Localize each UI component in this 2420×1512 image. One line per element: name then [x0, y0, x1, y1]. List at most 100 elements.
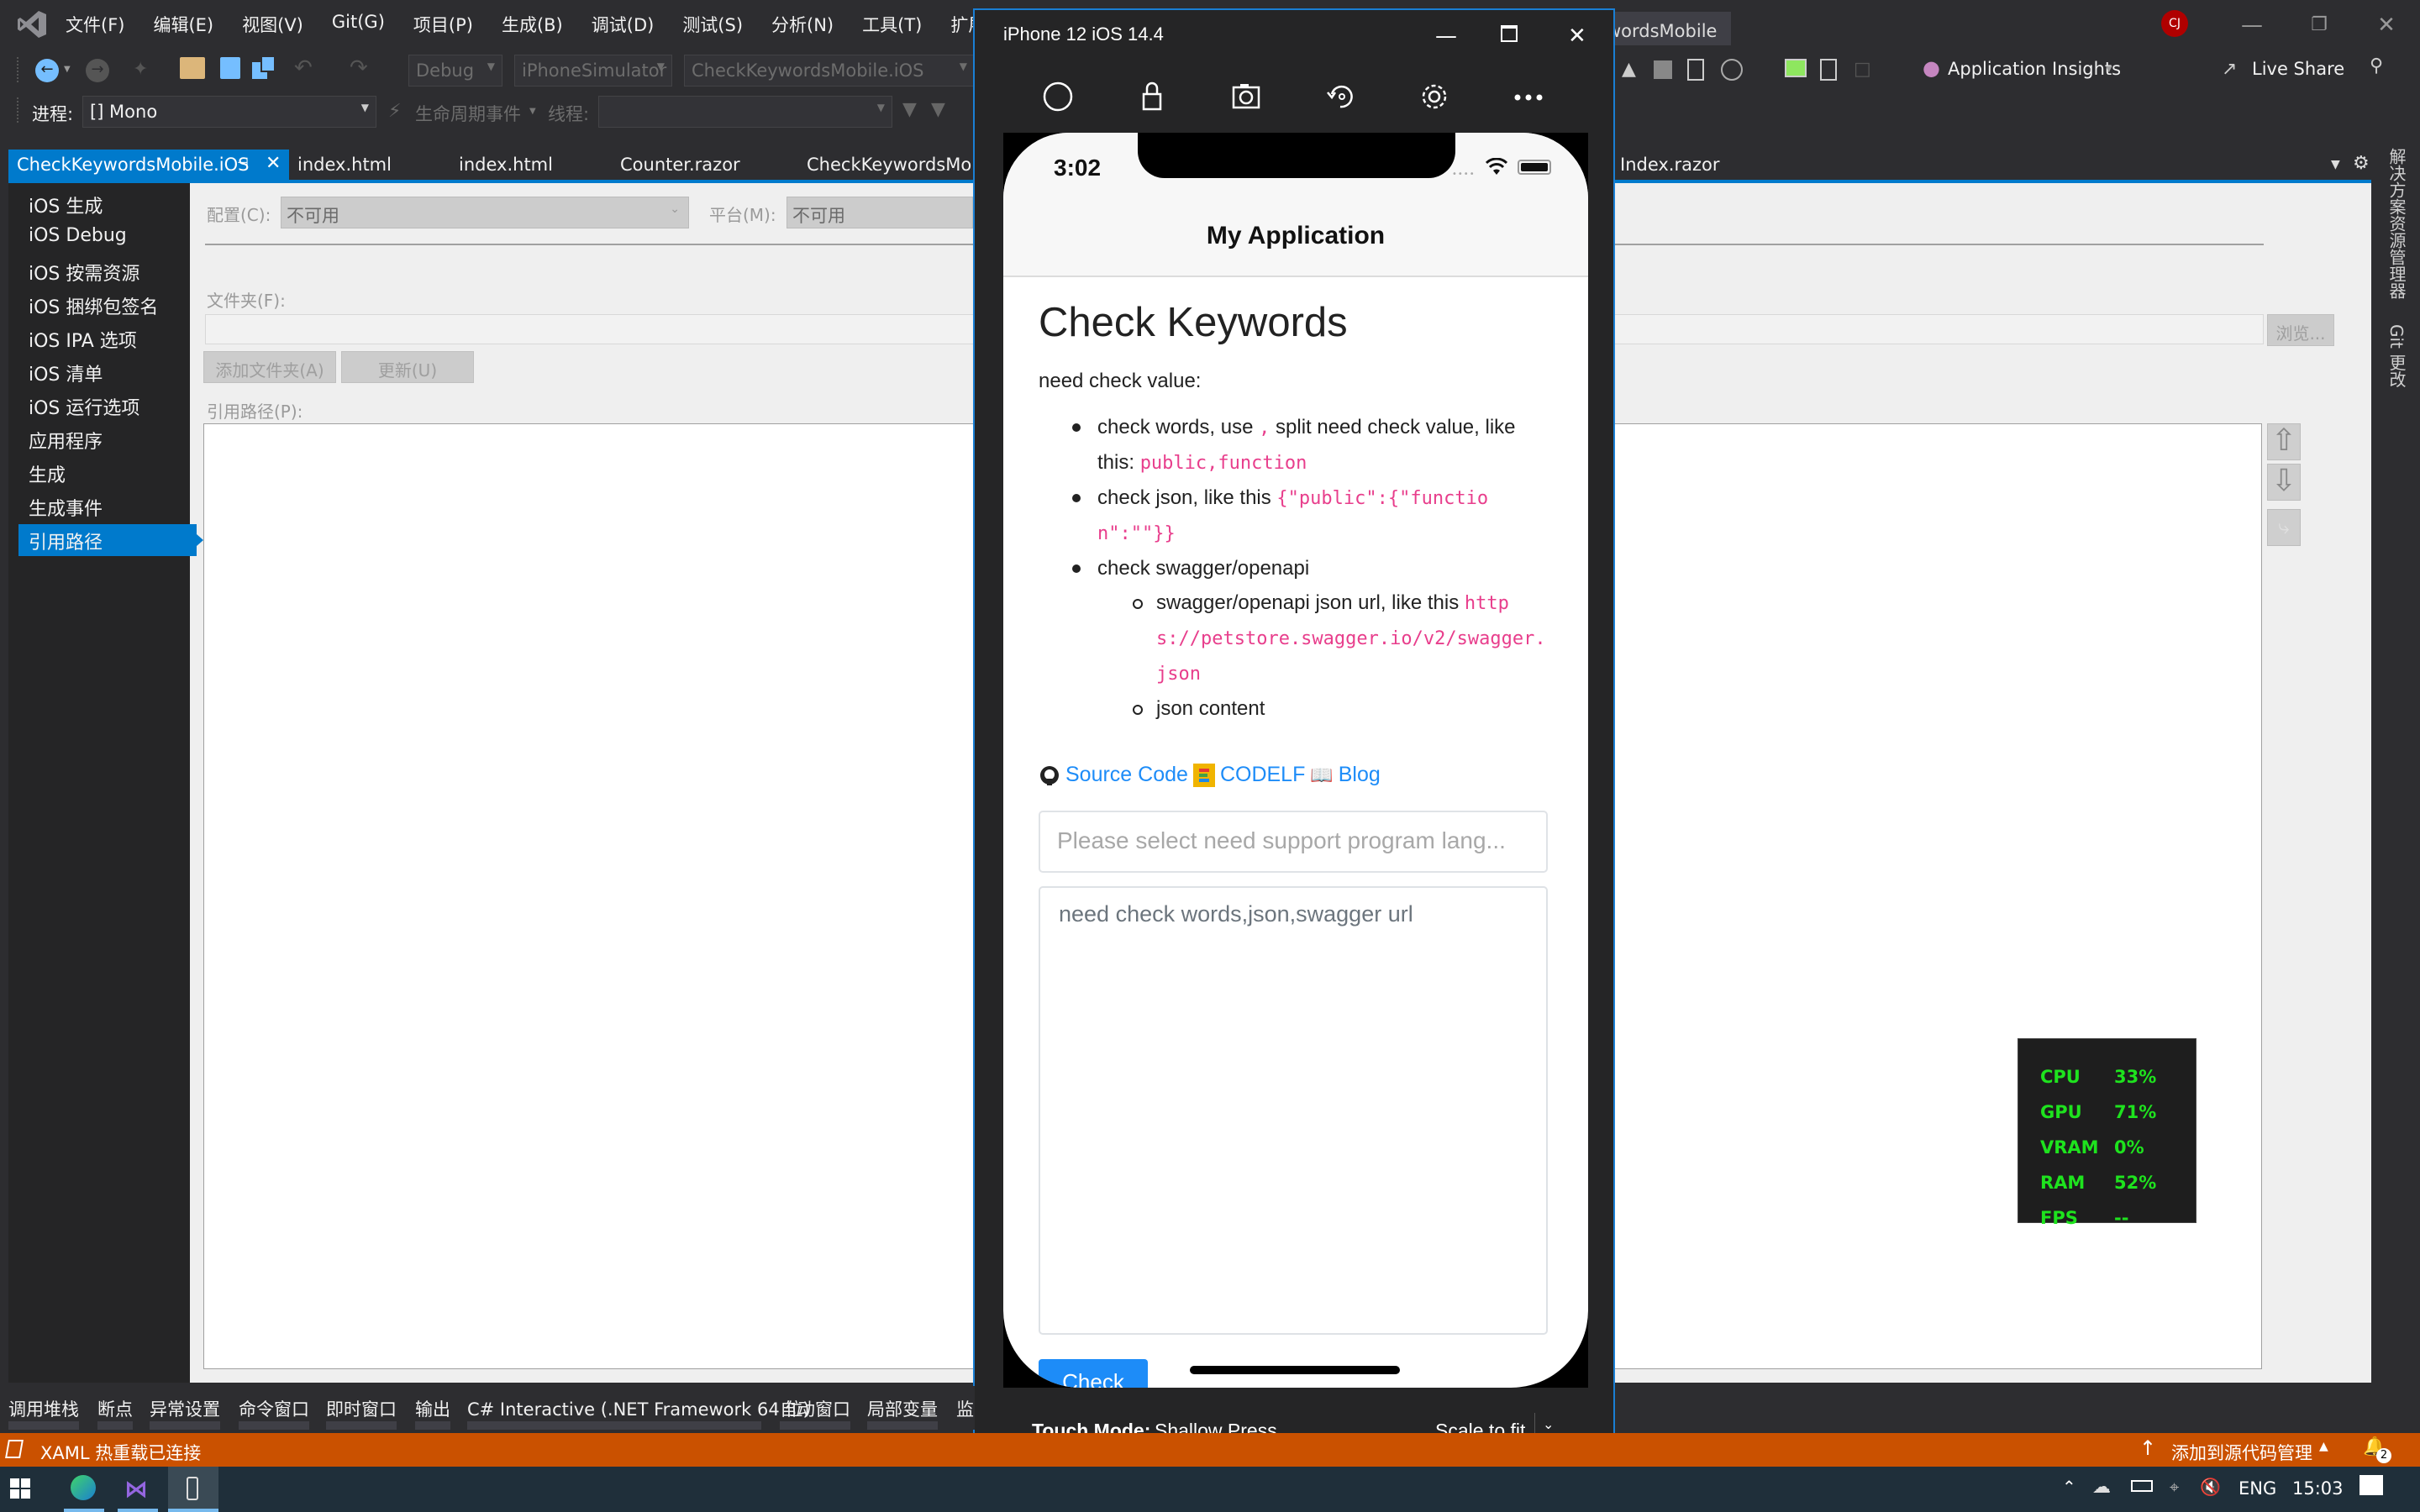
close-window-button[interactable]: ✕	[2361, 8, 2412, 42]
more-options-icon[interactable]	[1507, 76, 1549, 118]
config-dropdown[interactable]: 不可用 ⌄	[281, 197, 689, 228]
menu-git[interactable]: Git(G)	[332, 12, 399, 37]
sidebar-item-application[interactable]: 应用程序	[18, 423, 197, 455]
toolbar-grip[interactable]	[17, 97, 20, 123]
ipa-icon[interactable]: □	[1854, 59, 1871, 81]
tab-immediate-window[interactable]: 即时窗口	[326, 1396, 397, 1421]
git-changes-tab[interactable]: Git 更改	[2385, 324, 2409, 387]
sidebar-item-reference-paths[interactable]: 引用路径	[18, 524, 203, 556]
lock-icon[interactable]	[1131, 76, 1173, 118]
navigate-back-icon[interactable]: ←	[35, 59, 59, 82]
sidebar-item-ios-bundle-signing[interactable]: iOS 捆绑包签名	[18, 289, 197, 321]
check-button[interactable]: Check	[1039, 1359, 1148, 1388]
menu-tools[interactable]: 工具(T)	[862, 12, 936, 37]
tab-watch[interactable]: 监	[956, 1396, 974, 1421]
back-dropdown-icon[interactable]: ▼	[64, 59, 71, 81]
sidebar-item-build[interactable]: 生成	[18, 457, 197, 489]
volume-muted-icon[interactable]: 🔇	[2200, 1477, 2221, 1497]
sidebar-item-ios-run-options[interactable]: iOS 运行选项	[18, 390, 197, 422]
live-share-button[interactable]: Live Share	[2252, 59, 2344, 79]
solution-explorer-tab[interactable]: 解决方案资源管理器	[2385, 148, 2409, 299]
minimize-window-button[interactable]: —	[2227, 8, 2277, 42]
app-insights-dropdown-icon[interactable]: ▼	[2106, 59, 2112, 81]
menu-debug[interactable]: 调试(D)	[592, 12, 669, 37]
tab-project-properties[interactable]: CheckKeywordsMobile.iOS ⊣ ✕	[8, 150, 289, 181]
network-icon[interactable]: ⌖	[2170, 1477, 2179, 1497]
sidebar-item-ios-manifest[interactable]: iOS 清单	[18, 356, 197, 388]
gear-icon[interactable]: ⚙	[2353, 153, 2370, 174]
menu-build[interactable]: 生成(B)	[502, 12, 577, 37]
pin-icon[interactable]: ⊣	[237, 155, 249, 171]
menu-analyze[interactable]: 分析(N)	[771, 12, 848, 37]
lifecycle-dropdown-icon[interactable]: ▼	[529, 101, 536, 123]
remote-display-icon[interactable]	[1785, 59, 1807, 77]
simulator-close-button[interactable]: ✕	[1568, 24, 1586, 49]
save-all-icon[interactable]	[252, 55, 276, 79]
solution-configuration-dropdown[interactable]: Debug ▼	[408, 55, 502, 87]
home-indicator[interactable]	[1190, 1366, 1400, 1374]
user-avatar[interactable]: CJ	[2161, 10, 2188, 37]
visual-studio-logo-icon[interactable]	[17, 10, 47, 39]
sidebar-item-ios-build[interactable]: iOS 生成	[18, 188, 197, 220]
sidebar-item-build-events[interactable]: 生成事件	[18, 491, 197, 522]
sidebar-item-ios-on-demand-resources[interactable]: iOS 按需资源	[18, 255, 197, 287]
restore-window-button[interactable]: ❐	[2294, 8, 2344, 42]
language-select[interactable]: Please select need support program lang.…	[1039, 811, 1548, 873]
move-down-button[interactable]: ⇩	[2267, 464, 2301, 501]
windows-start-icon[interactable]	[10, 1478, 30, 1499]
tab-checkkeywordsmobile[interactable]: CheckKeywordsMobil	[798, 150, 975, 181]
application-insights-button[interactable]: Application Insights	[1948, 59, 2121, 79]
navigate-forward-icon[interactable]: →	[86, 59, 109, 82]
system-clock[interactable]: 15:03	[2292, 1478, 2344, 1499]
tab-output[interactable]: 输出	[415, 1396, 450, 1421]
filter-icon[interactable]: ▼	[902, 99, 917, 121]
simulator-minimize-button[interactable]: —	[1435, 24, 1457, 49]
tab-index-html-1[interactable]: index.html	[289, 150, 449, 181]
device-screen[interactable]: 3:02 •••• My Application Check Keywords …	[1003, 133, 1588, 1388]
onedrive-icon[interactable]: ☁	[2092, 1477, 2111, 1498]
save-icon[interactable]	[220, 57, 240, 79]
open-file-icon[interactable]	[180, 57, 205, 79]
tab-index-razor[interactable]: Index.razor	[1612, 150, 1780, 181]
tab-overflow-dropdown-icon[interactable]: ▼	[2331, 158, 2340, 171]
toolbar-grip[interactable]	[17, 57, 20, 82]
blog-link[interactable]: Blog	[1339, 763, 1381, 787]
check-input-textarea[interactable]: need check words,json,swagger url	[1039, 886, 1548, 1335]
add-folder-button[interactable]: 添加文件夹(A)	[203, 351, 336, 383]
menu-project[interactable]: 项目(P)	[413, 12, 487, 37]
sidebar-item-ios-ipa-options[interactable]: iOS IPA 选项	[18, 323, 197, 354]
new-project-icon[interactable]: ✦	[133, 59, 148, 81]
profiler-icon[interactable]	[1721, 59, 1743, 81]
browse-button[interactable]: 浏览...	[2267, 314, 2334, 346]
settings-icon[interactable]	[1413, 76, 1455, 118]
tab-command-window[interactable]: 命令窗口	[239, 1396, 309, 1421]
undo-icon[interactable]: ↶	[294, 57, 313, 79]
update-button[interactable]: 更新(U)	[341, 351, 474, 383]
close-tab-icon[interactable]: ✕	[266, 153, 281, 174]
delete-path-button[interactable]: ⤷	[2267, 509, 2301, 546]
add-to-source-control-button[interactable]: 添加到源代码管理	[2171, 1440, 2312, 1465]
simulator-maximize-button[interactable]	[1501, 25, 1518, 42]
battery-icon[interactable]	[2131, 1480, 2153, 1492]
action-center-icon[interactable]	[2360, 1475, 2383, 1495]
menu-edit[interactable]: 编辑(E)	[153, 12, 228, 37]
tab-counter-razor[interactable]: Counter.razor	[612, 150, 797, 181]
menu-test[interactable]: 测试(S)	[682, 12, 757, 37]
move-up-button[interactable]: ⇧	[2267, 423, 2301, 460]
tab-locals[interactable]: 局部变量	[867, 1396, 938, 1421]
sidebar-item-ios-debug[interactable]: iOS Debug	[18, 222, 197, 254]
menu-file[interactable]: 文件(F)	[66, 12, 139, 37]
tab-breakpoints[interactable]: 断点	[97, 1396, 133, 1421]
tab-autos[interactable]: 自动窗口	[780, 1396, 850, 1421]
device-manager-icon[interactable]	[1687, 59, 1704, 81]
chevron-down-icon[interactable]: ⌄	[1543, 1416, 1554, 1433]
tab-call-stack[interactable]: 调用堆栈	[8, 1396, 79, 1421]
home-icon[interactable]	[1037, 76, 1079, 118]
feedback-icon[interactable]: ⚲	[2370, 55, 2383, 77]
device-log-icon[interactable]	[1820, 59, 1837, 81]
codelf-link[interactable]: CODELF	[1220, 763, 1305, 787]
thread-dropdown[interactable]: ▼	[598, 96, 892, 128]
redo-icon[interactable]: ↷	[350, 57, 368, 79]
tab-index-html-2[interactable]: index.html	[450, 150, 610, 181]
edge-canary-icon[interactable]	[71, 1475, 96, 1500]
